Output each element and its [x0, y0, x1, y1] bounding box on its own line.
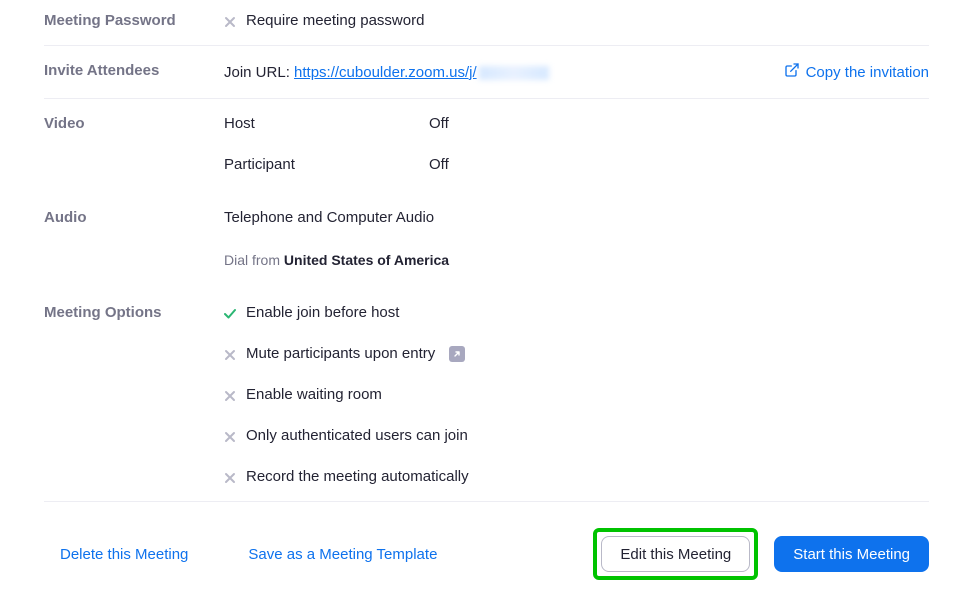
- video-section: Video Host Off Participant Off: [44, 99, 929, 189]
- check-icon: [224, 307, 236, 319]
- share-icon: [784, 62, 800, 82]
- meeting-option-text: Enable waiting room: [246, 386, 382, 403]
- info-icon[interactable]: [449, 346, 465, 362]
- meeting-option-text: Record the meeting automatically: [246, 468, 469, 485]
- meeting-options-label: Meeting Options: [44, 304, 224, 321]
- dial-from-country: United States of America: [284, 252, 449, 268]
- edit-meeting-highlight: Edit this Meeting: [593, 528, 758, 580]
- invite-attendees-label: Invite Attendees: [44, 62, 224, 79]
- invite-attendees-section: Invite Attendees Join URL: https://cubou…: [44, 46, 929, 99]
- meeting-option-item: Only authenticated users can join: [224, 427, 929, 444]
- join-url-redacted: [479, 66, 549, 80]
- dial-from-text: Dial from United States of America: [224, 226, 929, 268]
- require-password-option: Require meeting password: [224, 12, 929, 29]
- audio-label: Audio: [44, 209, 224, 226]
- x-icon: [224, 471, 236, 483]
- x-icon: [224, 348, 236, 360]
- audio-mode-text: Telephone and Computer Audio: [224, 209, 929, 226]
- edit-meeting-button[interactable]: Edit this Meeting: [601, 536, 750, 572]
- meeting-option-text: Mute participants upon entry: [246, 345, 435, 362]
- meeting-option-item: Enable waiting room: [224, 386, 929, 403]
- delete-meeting-button[interactable]: Delete this Meeting: [60, 546, 188, 563]
- join-url-link[interactable]: https://cuboulder.zoom.us/j/: [294, 64, 477, 81]
- meeting-option-item: Record the meeting automatically: [224, 468, 929, 485]
- video-host-label: Host: [224, 115, 429, 132]
- join-url-text: Join URL: https://cuboulder.zoom.us/j/: [224, 64, 549, 81]
- copy-invitation-text: Copy the invitation: [806, 64, 929, 81]
- meeting-password-label: Meeting Password: [44, 12, 224, 29]
- x-icon: [224, 389, 236, 401]
- copy-invitation-link[interactable]: Copy the invitation: [784, 62, 929, 82]
- x-icon: [224, 430, 236, 442]
- start-meeting-button[interactable]: Start this Meeting: [774, 536, 929, 572]
- meeting-option-item: Enable join before host: [224, 304, 929, 321]
- video-participant-label: Participant: [224, 156, 429, 173]
- meeting-options-section: Meeting Options Enable join before host M…: [44, 284, 929, 502]
- require-password-text: Require meeting password: [246, 12, 424, 29]
- video-label: Video: [44, 115, 224, 132]
- video-host-value: Off: [429, 115, 929, 132]
- audio-section: Audio Telephone and Computer Audio Dial …: [44, 189, 929, 284]
- meeting-option-text: Enable join before host: [246, 304, 399, 321]
- footer-actions: Delete this Meeting Save as a Meeting Te…: [44, 502, 929, 604]
- video-participant-value: Off: [429, 156, 929, 173]
- meeting-option-item: Mute participants upon entry: [224, 345, 929, 362]
- x-icon: [224, 15, 236, 27]
- meeting-password-section: Meeting Password Require meeting passwor…: [44, 0, 929, 46]
- meeting-option-text: Only authenticated users can join: [246, 427, 468, 444]
- save-as-template-button[interactable]: Save as a Meeting Template: [248, 546, 437, 563]
- join-url-prefix: Join URL:: [224, 64, 290, 81]
